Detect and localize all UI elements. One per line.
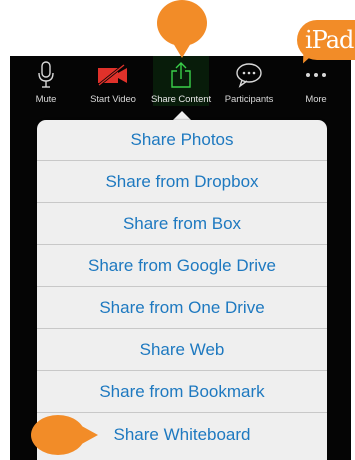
more-label: More xyxy=(305,94,327,105)
menu-item-share-google-drive[interactable]: Share from Google Drive xyxy=(37,246,327,287)
chat-bubble-icon xyxy=(215,61,283,89)
mute-label: Mute xyxy=(35,94,57,105)
whiteboard-callout-tail xyxy=(78,424,98,446)
more-icon xyxy=(282,61,350,89)
more-button[interactable]: More xyxy=(282,56,350,108)
ipad-badge: iPad xyxy=(297,20,355,60)
share-callout-tail xyxy=(170,38,194,58)
whiteboard-callout-pin xyxy=(31,415,85,455)
mute-button[interactable]: Mute xyxy=(12,56,80,108)
menu-item-share-dropbox[interactable]: Share from Dropbox xyxy=(37,162,327,203)
microphone-icon xyxy=(12,61,80,89)
menu-item-share-photos[interactable]: Share Photos xyxy=(37,120,327,161)
menu-item-share-one-drive[interactable]: Share from One Drive xyxy=(37,288,327,329)
share-content-button[interactable]: Share Content xyxy=(147,56,215,108)
video-off-icon xyxy=(79,61,147,89)
start-video-label: Start Video xyxy=(90,94,136,105)
start-video-button[interactable]: Start Video xyxy=(79,56,147,108)
participants-button[interactable]: Participants xyxy=(215,56,283,108)
participants-label: Participants xyxy=(224,94,274,105)
share-menu: Share Photos Share from Dropbox Share fr… xyxy=(37,120,327,460)
share-icon xyxy=(147,61,215,89)
menu-item-share-bookmark[interactable]: Share from Bookmark xyxy=(37,372,327,413)
menu-item-share-web[interactable]: Share Web xyxy=(37,330,327,371)
menu-item-share-box[interactable]: Share from Box xyxy=(37,204,327,245)
share-content-label: Share Content xyxy=(151,94,211,105)
meeting-toolbar: Mute Start Video Share Content Participa… xyxy=(10,56,351,108)
